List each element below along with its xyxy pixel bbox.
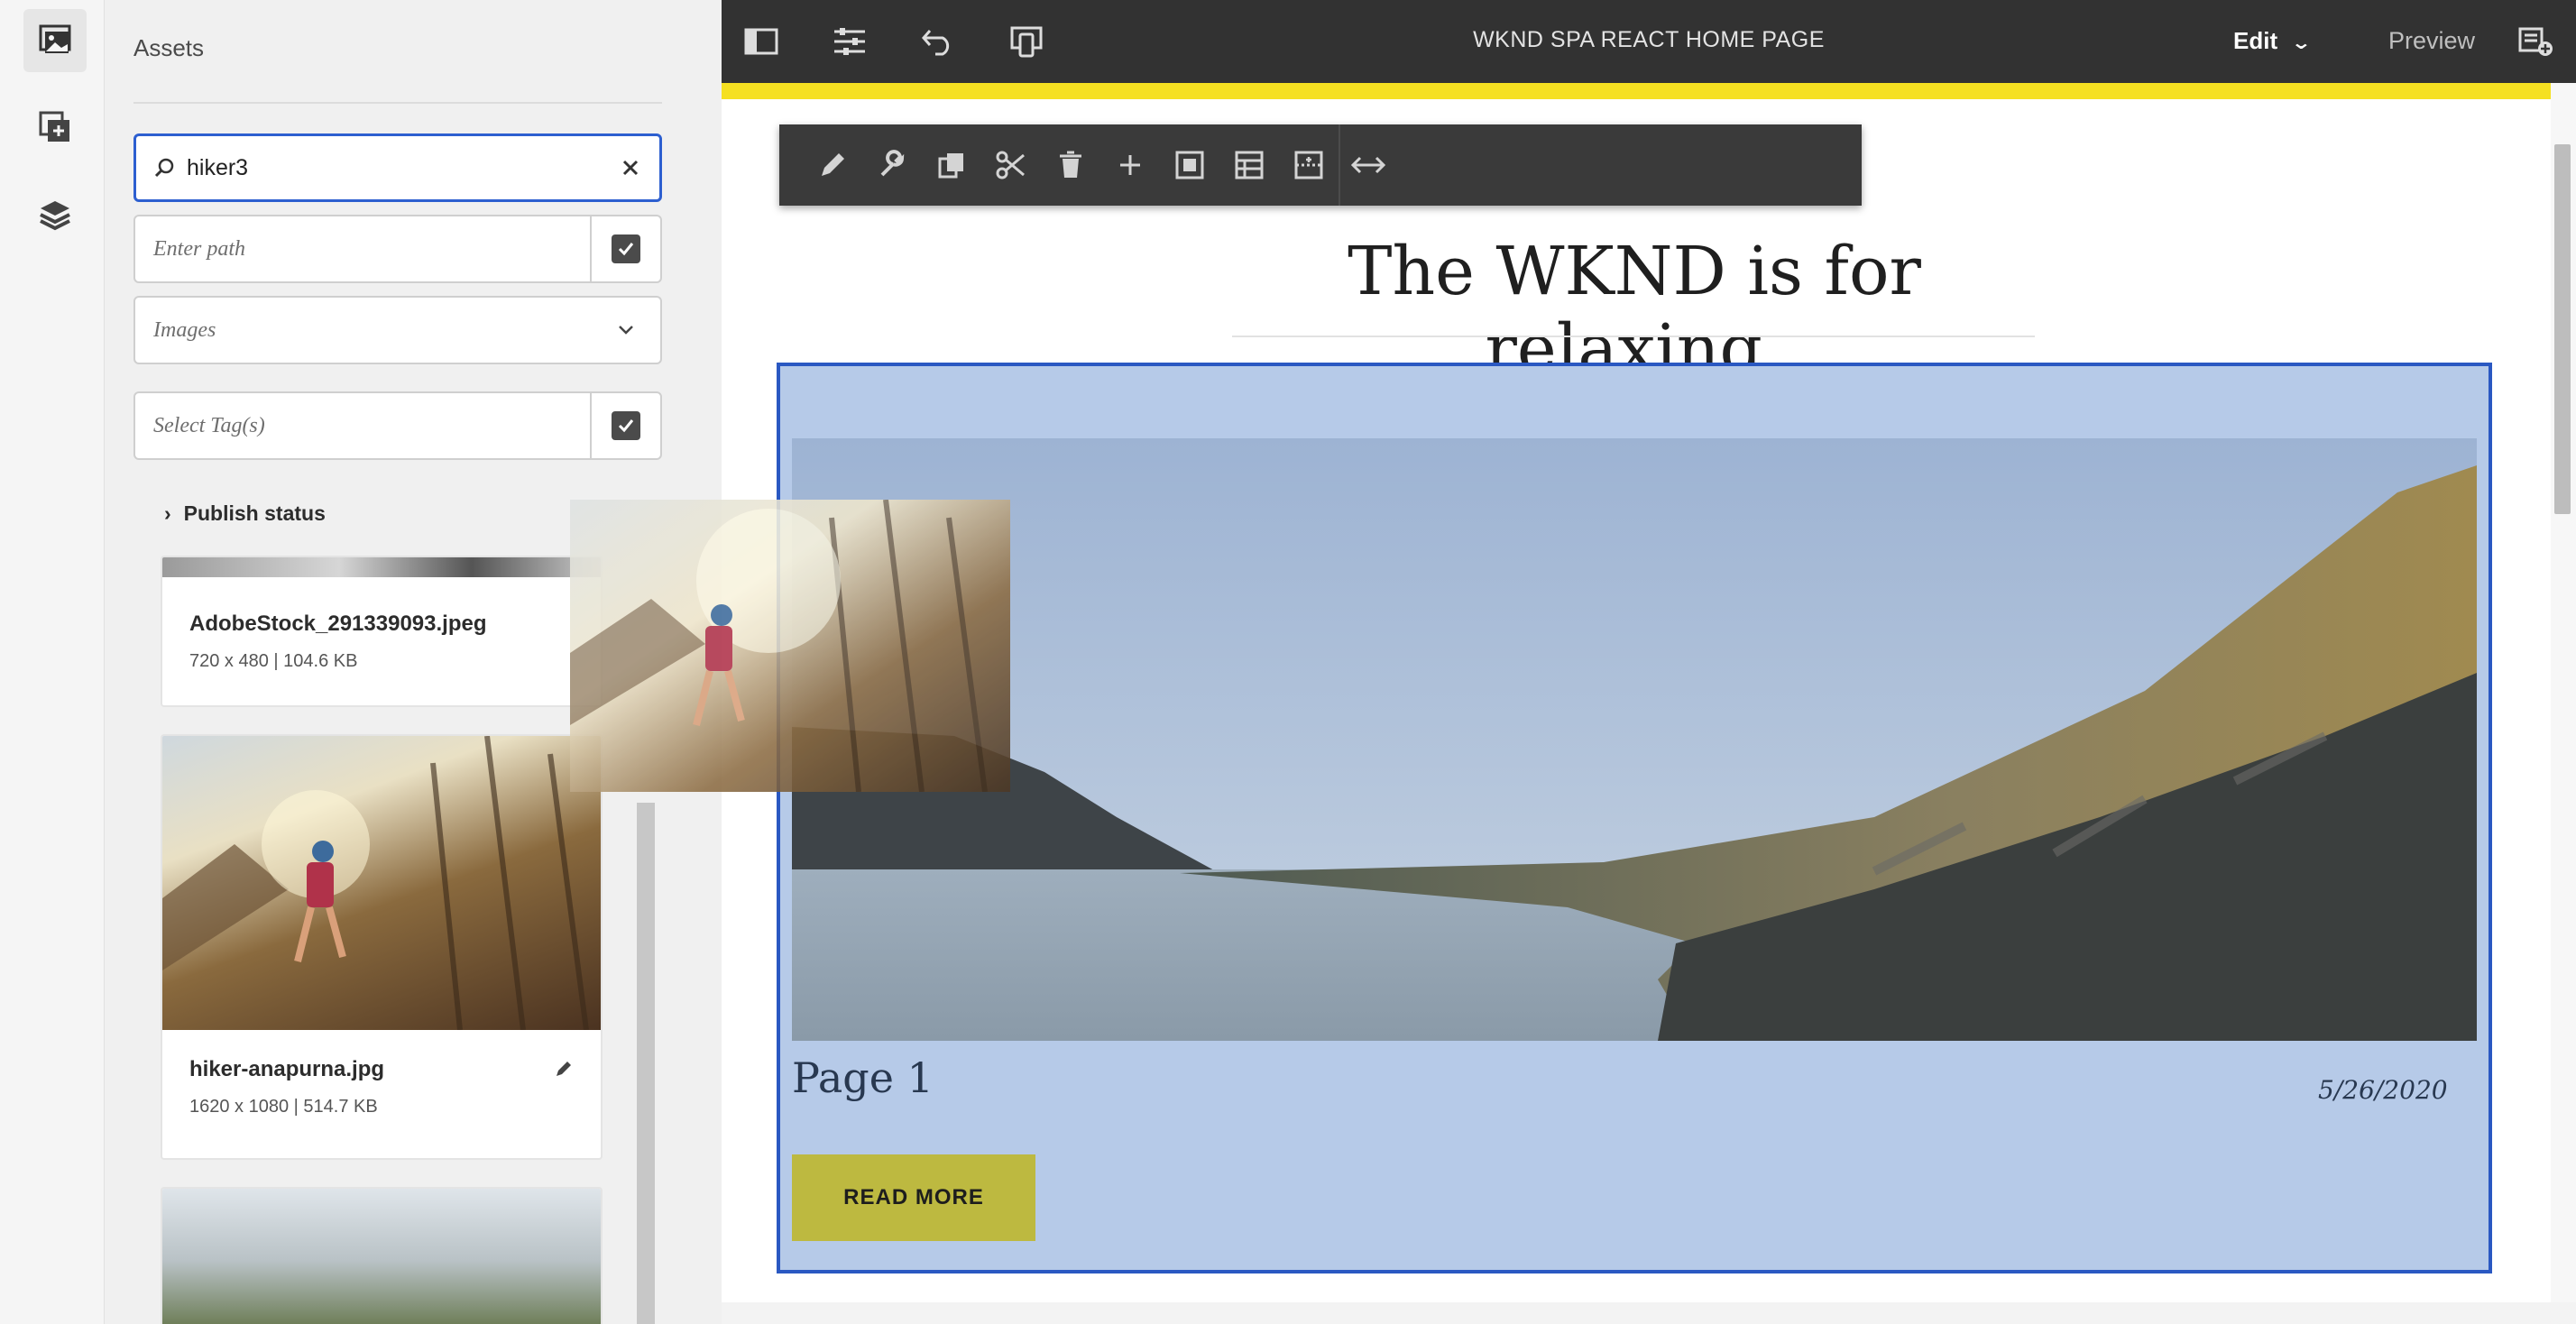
canvas-scrollbar[interactable]	[2554, 144, 2571, 514]
cut-scissors-icon[interactable]	[989, 143, 1034, 188]
card-title: Page 1	[792, 1053, 934, 1102]
publish-status-toggle[interactable]: › Publish status	[164, 501, 326, 526]
insert-plus-icon[interactable]	[1108, 143, 1153, 188]
chevron-down-icon	[617, 324, 660, 336]
preview-button[interactable]: Preview	[2388, 27, 2475, 55]
mode-selector[interactable]: Edit ⌄	[2233, 27, 2313, 55]
asset-meta: 1620 x 1080 | 514.7 KB	[189, 1097, 378, 1117]
card-date: 5/26/2020	[2318, 1075, 2448, 1105]
headline-divider	[1232, 336, 2035, 337]
copy-icon[interactable]	[929, 143, 974, 188]
chevron-right-icon: ›	[164, 501, 171, 525]
clear-search-icon[interactable]	[621, 159, 659, 177]
tags-field[interactable]: Select Tag(s)	[133, 391, 662, 460]
edit-mode-indicator	[722, 83, 2551, 99]
read-more-button[interactable]: READ MORE	[792, 1154, 1035, 1241]
hero-image	[792, 438, 2477, 1041]
layout-resize-icon[interactable]	[1346, 143, 1391, 188]
content-tree-icon[interactable]	[23, 184, 87, 247]
asset-meta: 720 x 480 | 104.6 KB	[189, 651, 358, 671]
checkbox-icon	[612, 234, 640, 263]
asset-name: AdobeStock_291339093.jpeg	[189, 611, 487, 636]
asset-card[interactable]: AdobeStock_291339093.jpeg 720 x 480 | 10…	[161, 556, 603, 707]
delete-trash-icon[interactable]	[1048, 143, 1093, 188]
edit-pencil-icon[interactable]	[810, 143, 855, 188]
asset-name: hiker-anapurna.jpg	[189, 1057, 385, 1081]
annotations-icon[interactable]	[2516, 22, 2556, 61]
publish-status-label: Publish status	[183, 501, 326, 525]
asset-thumbnail	[162, 557, 601, 577]
path-field[interactable]: Enter path	[133, 215, 662, 283]
chevron-down-icon: ⌄	[2290, 33, 2313, 53]
edit-asset-icon[interactable]	[554, 1059, 574, 1083]
configure-wrench-icon[interactable]	[869, 143, 915, 188]
asset-type-select[interactable]: Images	[133, 296, 662, 364]
side-rail	[0, 0, 105, 1324]
panel-divider	[133, 102, 662, 104]
assets-icon[interactable]	[23, 9, 87, 72]
components-icon[interactable]	[23, 96, 87, 159]
search-input[interactable]: hiker3	[176, 155, 621, 181]
layout-icon[interactable]	[1227, 143, 1272, 188]
path-input[interactable]: Enter path	[135, 237, 590, 262]
asset-search-field[interactable]: hiker3	[133, 133, 662, 202]
asset-thumbnail	[162, 736, 601, 1030]
dragged-asset-preview	[570, 500, 1010, 792]
path-browse-button[interactable]	[590, 216, 660, 281]
editor-topbar: WKND SPA REACT HOME PAGE Edit ⌄ Preview	[722, 0, 2576, 83]
results-scrollbar[interactable]	[637, 803, 655, 1324]
mode-label: Edit	[2233, 27, 2278, 54]
panel-title: Assets	[133, 34, 205, 61]
asset-type-value: Images	[153, 317, 216, 342]
toolbar-divider	[1339, 124, 1340, 206]
checkbox-icon	[612, 411, 640, 440]
asset-thumbnail	[162, 1189, 601, 1324]
asset-card[interactable]	[161, 1187, 603, 1324]
group-icon[interactable]	[1286, 143, 1331, 188]
asset-card[interactable]: hiker-anapurna.jpg 1620 x 1080 | 514.7 K…	[161, 734, 603, 1160]
tags-input[interactable]: Select Tag(s)	[135, 414, 590, 438]
component-toolbar	[779, 124, 1862, 206]
search-icon	[136, 156, 176, 179]
tags-picker-button[interactable]	[590, 393, 660, 458]
select-parent-icon[interactable]	[1167, 143, 1212, 188]
canvas-horizontal-scrollbar[interactable]	[722, 1302, 2576, 1324]
